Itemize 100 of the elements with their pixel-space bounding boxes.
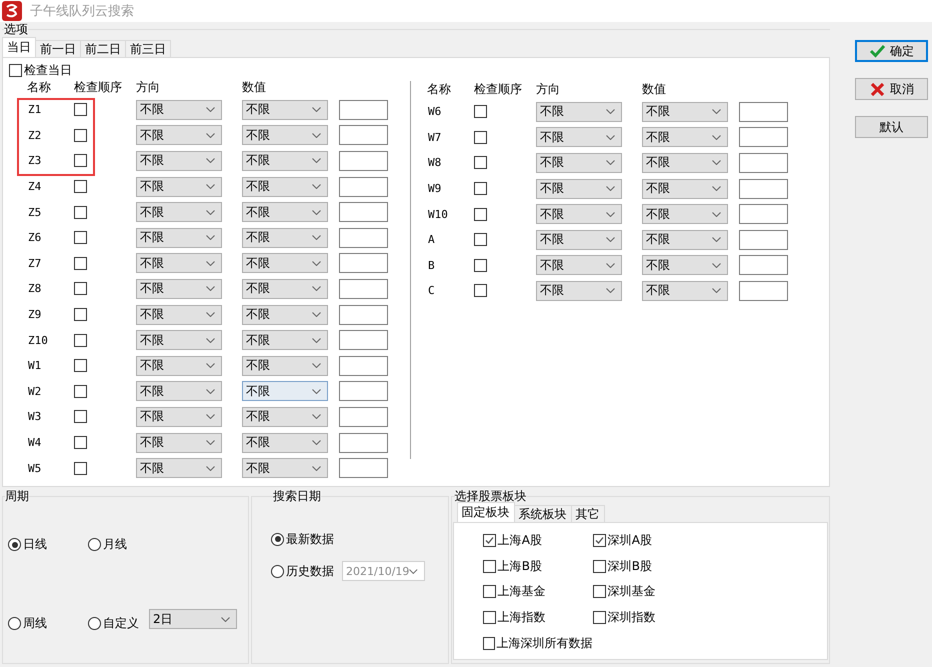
checkbox-label[interactable]: 上海A股 <box>498 532 542 550</box>
input-field[interactable] <box>339 356 388 376</box>
checkbox[interactable] <box>592 585 606 598</box>
checkbox-label[interactable]: 上海指数 <box>498 609 546 626</box>
dropdown[interactable]: 不限 <box>242 304 328 325</box>
checkbox-label[interactable]: 上海深圳所有数据 <box>496 634 593 652</box>
input-field[interactable] <box>339 406 388 427</box>
dropdown[interactable]: 不限 <box>242 150 328 171</box>
checkbox-label[interactable]: 深圳指数 <box>608 609 656 626</box>
checkbox[interactable] <box>74 334 87 347</box>
dropdown[interactable]: 不限 <box>536 230 622 250</box>
checkbox[interactable] <box>74 128 87 142</box>
input-field[interactable] <box>339 458 388 478</box>
dropdown[interactable]: 不限 <box>136 228 222 248</box>
input-field[interactable] <box>339 150 388 171</box>
input-field[interactable] <box>339 176 388 197</box>
dropdown[interactable]: 不限 <box>136 432 222 453</box>
radio-label[interactable]: 周线 <box>23 615 47 632</box>
dropdown[interactable]: 不限 <box>136 125 222 146</box>
input-field[interactable] <box>739 102 788 122</box>
checkbox[interactable] <box>74 308 87 322</box>
dropdown[interactable]: 不限 <box>136 278 222 299</box>
checkbox[interactable] <box>74 180 87 194</box>
checkbox[interactable] <box>74 103 87 116</box>
checkbox[interactable] <box>74 436 87 450</box>
dialog-button[interactable]: 确定 <box>855 40 928 62</box>
radio-label[interactable]: 日线 <box>23 536 47 553</box>
dropdown[interactable]: 不限 <box>242 356 328 376</box>
checkbox[interactable] <box>592 611 606 624</box>
input-field[interactable] <box>739 255 788 276</box>
dropdown[interactable]: 不限 <box>242 432 328 453</box>
checkbox[interactable] <box>74 154 87 168</box>
input-field[interactable] <box>739 230 788 250</box>
dropdown[interactable]: 不限 <box>242 278 328 299</box>
radio-button[interactable] <box>271 564 284 578</box>
radio-label[interactable]: 最新数据 <box>286 530 334 548</box>
dropdown[interactable]: 不限 <box>536 152 622 173</box>
input-field[interactable] <box>339 228 388 248</box>
tab[interactable]: 固定板块 <box>456 502 515 522</box>
checkbox-label[interactable]: 上海B股 <box>498 558 542 575</box>
dropdown[interactable]: 不限 <box>536 204 622 224</box>
checkbox[interactable] <box>474 233 487 246</box>
checkbox[interactable] <box>474 284 487 298</box>
radio-button[interactable] <box>271 532 284 546</box>
input-field[interactable] <box>339 432 388 453</box>
dropdown[interactable]: 不限 <box>136 304 222 325</box>
tab[interactable]: 系统板块 <box>514 505 572 522</box>
dialog-button[interactable]: 取消 <box>855 78 928 100</box>
dropdown[interactable]: 不限 <box>242 228 328 248</box>
input-field[interactable] <box>739 204 788 224</box>
radio-label[interactable]: 月线 <box>103 536 127 553</box>
dropdown[interactable]: 不限 <box>536 178 622 199</box>
checkbox[interactable] <box>74 206 87 219</box>
input-field[interactable] <box>739 280 788 301</box>
tab[interactable]: 其它 <box>570 505 605 522</box>
dropdown[interactable]: 不限 <box>136 330 222 350</box>
checkbox-label[interactable]: 深圳A股 <box>608 532 652 550</box>
dropdown[interactable]: 不限 <box>136 253 222 274</box>
checkbox[interactable] <box>474 182 487 196</box>
dropdown[interactable]: 不限 <box>642 102 728 122</box>
checkbox[interactable] <box>474 258 487 272</box>
radio-button[interactable] <box>8 538 21 551</box>
radio-label[interactable]: 历史数据 <box>286 562 334 580</box>
checkbox[interactable] <box>74 462 87 475</box>
checkbox[interactable] <box>74 231 87 244</box>
checkbox[interactable] <box>474 208 487 221</box>
dropdown[interactable]: 不限 <box>242 202 328 222</box>
dropdown[interactable]: 不限 <box>242 330 328 350</box>
dropdown[interactable]: 不限 <box>642 127 728 148</box>
checkbox-label[interactable]: 深圳基金 <box>608 583 656 600</box>
dropdown[interactable]: 不限 <box>136 406 222 427</box>
dialog-button[interactable]: 默认 <box>855 116 928 138</box>
input-field[interactable] <box>739 127 788 148</box>
dropdown[interactable]: 不限 <box>136 202 222 222</box>
dropdown[interactable]: 不限 <box>536 280 622 301</box>
dropdown[interactable]: 不限 <box>242 253 328 274</box>
checkbox[interactable] <box>74 359 87 372</box>
dropdown[interactable]: 不限 <box>536 102 622 122</box>
checkbox[interactable] <box>9 64 22 77</box>
checkbox[interactable] <box>74 282 87 296</box>
dropdown[interactable]: 不限 <box>242 100 328 120</box>
radio-button[interactable] <box>88 538 101 551</box>
checkbox[interactable] <box>74 256 87 270</box>
radio-button[interactable] <box>8 617 21 630</box>
input-field[interactable] <box>339 278 388 299</box>
dropdown[interactable]: 不限 <box>642 204 728 224</box>
checkbox-label[interactable]: 深圳B股 <box>608 558 652 575</box>
radio-button[interactable] <box>88 617 101 630</box>
checkbox[interactable] <box>482 560 496 573</box>
dropdown[interactable]: 不限 <box>536 255 622 276</box>
dropdown[interactable]: 不限 <box>242 458 328 478</box>
input-field[interactable] <box>339 253 388 274</box>
tab[interactable]: 前二日 <box>80 40 126 57</box>
tab[interactable]: 当日 <box>2 37 36 57</box>
input-field[interactable] <box>339 202 388 222</box>
input-field[interactable] <box>739 178 788 199</box>
dropdown[interactable]: 不限 <box>242 381 328 402</box>
dropdown[interactable]: 不限 <box>136 150 222 171</box>
checkbox[interactable] <box>592 560 606 573</box>
checkbox[interactable] <box>592 534 606 548</box>
